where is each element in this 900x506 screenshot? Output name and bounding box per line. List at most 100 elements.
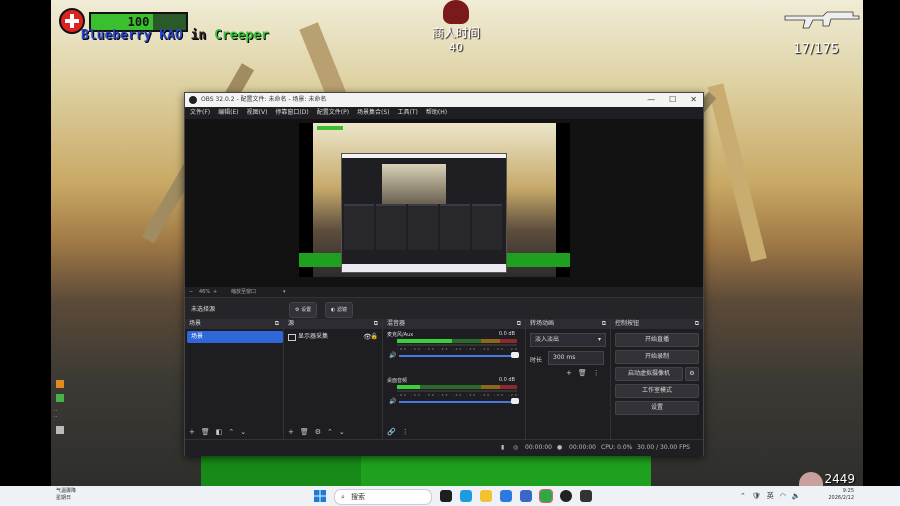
menu-tools[interactable]: 工具(T) [398, 107, 418, 119]
volume-icon[interactable]: 🔈 [792, 488, 801, 504]
transitions-dock-title: 转场动画 [530, 320, 555, 327]
taskbar-clock[interactable]: 9:25 2026/2/12 [828, 488, 854, 502]
virtual-camera-settings-icon[interactable]: ⚙ [685, 367, 699, 381]
gear-icon[interactable]: ⚙ [315, 425, 321, 439]
menu-docks[interactable]: 停靠窗口(D) [275, 107, 308, 119]
sources-dock: 源 ⧉ 显示器采集 👁 🔓 + 🗑 ⚙ ⌃ ⌄ [284, 319, 383, 439]
close-icon[interactable]: ✕ [690, 93, 697, 107]
controls-dock-header: 控制按钮 ⧉ [611, 319, 703, 329]
speaker-icon[interactable]: 🔊 [389, 352, 396, 359]
chevron-down-icon[interactable]: ▾ [283, 287, 286, 297]
windows-start-icon[interactable] [314, 490, 326, 502]
dock-undock-icon[interactable]: ⧉ [602, 319, 606, 329]
add-icon[interactable]: + [566, 369, 572, 377]
taskbar-search[interactable]: ⌕ 搜索 [334, 489, 432, 505]
weather-widget[interactable]: 气温骤降 星期日 [56, 488, 76, 502]
volume-meter-peak [397, 344, 517, 346]
source-list-item[interactable]: 显示器采集 👁 🔓 [286, 331, 378, 343]
more-icon[interactable]: ⋮ [593, 369, 600, 377]
obs-app-icon[interactable] [560, 490, 572, 502]
obs-titlebar[interactable]: OBS 32.0.2 - 配置文件: 未命名 - 场景: 未命名 — ☐ ✕ [185, 93, 703, 107]
preview-health-bar [317, 126, 343, 130]
transition-select[interactable]: 淡入淡出 ▾ [530, 333, 606, 347]
duration-input[interactable]: 300 ms [548, 351, 604, 365]
taskbar-apps [440, 489, 592, 503]
zoom-in-icon[interactable]: + [213, 287, 217, 297]
file-explorer-icon[interactable] [480, 490, 492, 502]
add-icon[interactable]: + [288, 425, 294, 439]
obs-window[interactable]: OBS 32.0.2 - 配置文件: 未命名 - 场景: 未命名 — ☐ ✕ 文… [184, 92, 704, 456]
input-language[interactable]: 英 [767, 488, 774, 504]
link-icon[interactable]: 🔗 [387, 425, 396, 439]
trash-icon[interactable]: 🗑 [300, 425, 309, 439]
chevron-down-icon[interactable]: ⌄ [339, 425, 345, 439]
volume-meter-peak [397, 390, 517, 392]
start-streaming-button[interactable]: 开始直播 [615, 333, 699, 347]
dock-undock-icon[interactable]: ⧉ [517, 319, 521, 329]
volume-slider[interactable] [399, 401, 515, 403]
start-virtual-camera-button[interactable]: 启动虚拟摄像机 [615, 367, 683, 381]
menu-scene-collection[interactable]: 场景集合(S) [357, 107, 390, 119]
menu-view[interactable]: 视图(V) [247, 107, 268, 119]
store-icon[interactable] [500, 490, 512, 502]
chevron-up-icon[interactable]: ⌃ [327, 425, 333, 439]
menu-help[interactable]: 帮助(H) [426, 107, 447, 119]
game-app-icon[interactable] [539, 489, 553, 503]
terminal-icon[interactable] [580, 490, 592, 502]
shield-app-icon[interactable] [520, 490, 532, 502]
volume-slider-handle[interactable] [511, 352, 519, 358]
studio-mode-button[interactable]: 工作室模式 [615, 384, 699, 398]
chevron-up-icon[interactable]: ⌃ [228, 425, 234, 439]
filter-icon[interactable]: ◧ [216, 425, 223, 439]
add-icon[interactable]: + [189, 425, 195, 439]
edge-icon[interactable] [460, 490, 472, 502]
scenes-dock: 场景 ⧉ 场景 + 🗑 ◧ ⌃ ⌄ [185, 319, 284, 439]
stream-time: 00:00:00 [525, 444, 552, 451]
lock-icon[interactable]: 🔓 [371, 331, 378, 343]
chevron-down-icon[interactable]: ⌄ [240, 425, 246, 439]
source-name: 显示器采集 [298, 333, 329, 340]
chevron-down-icon: ▾ [597, 336, 601, 343]
record-status-icon: ● [557, 444, 563, 451]
wifi-icon[interactable]: ◠ [780, 488, 786, 504]
program-preview[interactable] [299, 123, 570, 277]
filters-button[interactable]: ◐ 滤镜 [325, 302, 353, 318]
preview-area[interactable] [185, 119, 703, 287]
chevron-up-icon[interactable]: ⌃ [740, 488, 746, 504]
trash-icon[interactable]: 🗑 [201, 425, 210, 439]
dock-undock-icon[interactable]: ⧉ [695, 319, 699, 329]
shield-icon[interactable]: 🛡 [752, 488, 761, 504]
meter-scale: -60 -55 -50 -45 -40 -35 -30 -25 -20 -15 … [397, 347, 517, 351]
volume-slider[interactable] [399, 355, 515, 357]
task-view-icon[interactable] [440, 490, 452, 502]
menu-file[interactable]: 文件(F) [190, 107, 210, 119]
weather-text: 气温骤降 [56, 488, 77, 494]
terrain-spike [707, 83, 767, 262]
maximize-icon[interactable]: ☐ [669, 93, 676, 107]
track-db: 0.0 dB [498, 331, 515, 337]
settings-button[interactable]: 设置 [615, 401, 699, 415]
nested-dock [376, 204, 406, 250]
zoom-out-icon[interactable]: − [189, 287, 193, 297]
menu-profile[interactable]: 配置文件(P) [317, 107, 349, 119]
volume-meter-level [397, 339, 453, 343]
killfeed-victim: Creeper [214, 28, 269, 43]
dock-undock-icon[interactable]: ⧉ [275, 319, 279, 329]
menu-edit[interactable]: 编辑(E) [218, 107, 238, 119]
speaker-icon[interactable]: 🔊 [389, 398, 396, 405]
trash-icon[interactable]: 🗑 [578, 369, 587, 377]
dock-undock-icon[interactable]: ⧉ [374, 319, 378, 329]
scene-list-item[interactable]: 场景 [187, 331, 283, 343]
nested-dock [472, 204, 502, 250]
zoom-mode[interactable]: 缩放至窗口 [231, 287, 256, 297]
volume-slider-handle[interactable] [511, 398, 519, 404]
obs-logo-icon [189, 96, 197, 104]
minimize-icon[interactable]: — [647, 93, 655, 107]
more-icon[interactable]: ⋮ [402, 425, 409, 439]
killfeed-killer: Blueberry KAO [81, 28, 183, 43]
record-time: 00:00:00 [569, 444, 596, 451]
properties-button[interactable]: ⚙ 设置 [289, 302, 318, 318]
track-name: 麦克风/Aux [387, 332, 414, 338]
start-recording-button[interactable]: 开始录制 [615, 350, 699, 364]
round-status: 商人时间 40 [419, 0, 493, 54]
